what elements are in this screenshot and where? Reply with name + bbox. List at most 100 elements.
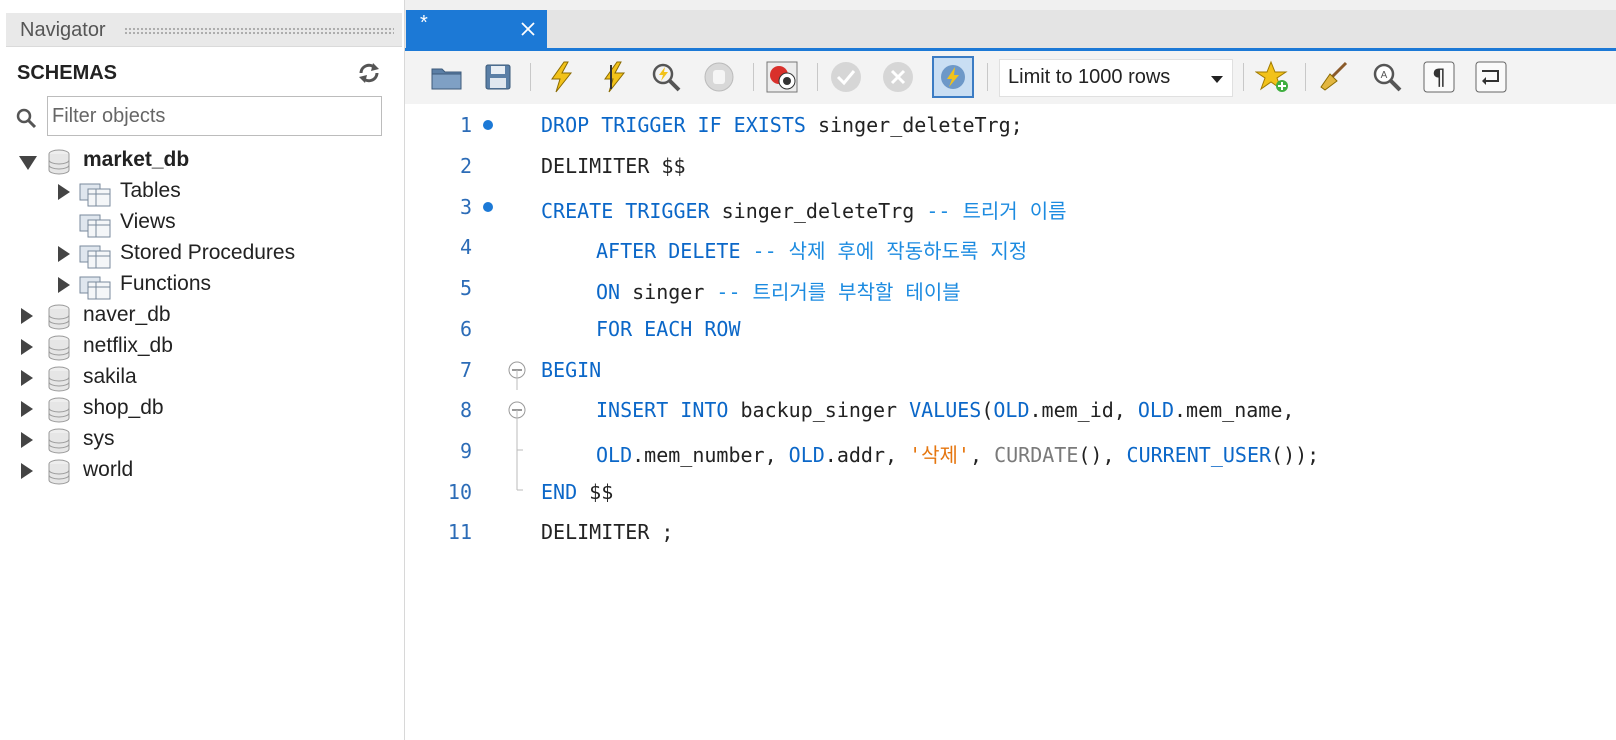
explain-icon[interactable] xyxy=(648,59,684,95)
database-icon xyxy=(48,459,70,485)
tree-item-functions[interactable]: Functions xyxy=(0,271,405,301)
code-text: AFTER DELETE -- 삭제 후에 작동하도록 지정 xyxy=(596,239,1028,263)
table-folder-icon xyxy=(79,183,111,207)
database-icon xyxy=(48,428,70,454)
tree-item-tables[interactable]: Tables xyxy=(0,178,405,208)
expand-arrow-icon[interactable] xyxy=(21,463,33,479)
beautify-broom-icon[interactable] xyxy=(1316,59,1352,95)
line-number: 1 xyxy=(459,113,472,137)
schema-label: sys xyxy=(83,427,115,450)
code-line[interactable]: 11 DELIMITER ; xyxy=(405,512,1616,552)
schema-item-netflix-db[interactable]: netflix_db xyxy=(0,333,405,363)
autocommit-toggle-icon[interactable] xyxy=(932,56,974,98)
code-line[interactable]: 4 AFTER DELETE -- 삭제 후에 작동하도록 지정 xyxy=(405,227,1616,267)
expand-arrow-icon[interactable] xyxy=(58,277,70,293)
word-wrap-icon[interactable] xyxy=(1473,59,1509,95)
line-number: 2 xyxy=(459,154,472,178)
schema-item-sakila[interactable]: sakila xyxy=(0,364,405,394)
find-replace-icon[interactable]: A xyxy=(1369,59,1405,95)
database-icon xyxy=(48,304,70,330)
schema-item-sys[interactable]: sys xyxy=(0,426,405,456)
schema-item-shop-db[interactable]: shop_db xyxy=(0,395,405,425)
navigator-panel: Navigator SCHEMAS market_db xyxy=(0,0,405,740)
view-folder-icon xyxy=(79,214,111,238)
schema-item-naver-db[interactable]: naver_db xyxy=(0,302,405,332)
schema-item-world[interactable]: world xyxy=(0,457,405,487)
code-line[interactable]: 1 DROP TRIGGER IF EXISTS singer_deleteTr… xyxy=(405,105,1616,145)
line-number: 6 xyxy=(459,317,472,341)
tab-label: * xyxy=(420,12,428,34)
code-text: DELIMITER ; xyxy=(541,520,674,544)
sql-editor[interactable]: 1 DROP TRIGGER IF EXISTS singer_deleteTr… xyxy=(405,104,1616,740)
add-snippet-star-icon[interactable] xyxy=(1255,59,1291,95)
execute-lightning-icon[interactable] xyxy=(544,59,580,95)
search-icon xyxy=(16,108,37,129)
database-icon xyxy=(48,335,70,361)
code-line[interactable]: 3 CREATE TRIGGER singer_deleteTrg -- 트리거… xyxy=(405,187,1616,227)
statement-marker-icon xyxy=(483,120,493,130)
filter-objects-input[interactable] xyxy=(47,96,382,136)
code-line[interactable]: 6 FOR EACH ROW xyxy=(405,309,1616,349)
code-line[interactable]: 10 END $$ xyxy=(405,472,1616,512)
function-folder-icon xyxy=(79,276,111,300)
panel-grip[interactable] xyxy=(124,27,394,35)
line-number: 11 xyxy=(447,520,472,544)
save-icon[interactable] xyxy=(480,59,516,95)
chevron-down-icon xyxy=(1211,76,1223,83)
rollback-icon[interactable] xyxy=(880,59,916,95)
svg-text:¶: ¶ xyxy=(1432,66,1446,91)
schema-item-market-db[interactable]: market_db xyxy=(0,147,405,177)
expand-arrow-icon[interactable] xyxy=(21,308,33,324)
expand-arrow-icon[interactable] xyxy=(21,370,33,386)
limit-rows-select[interactable]: Limit to 1000 rows xyxy=(999,59,1233,97)
navigator-title: Navigator xyxy=(20,19,106,41)
navigator-header: Navigator xyxy=(6,13,402,47)
sql-toolbar: Limit to 1000 rows A ¶ xyxy=(405,51,1616,104)
code-text: FOR EACH ROW xyxy=(596,317,741,341)
fold-guide xyxy=(516,370,523,491)
commit-icon[interactable] xyxy=(828,59,864,95)
line-number: 3 xyxy=(459,195,472,219)
line-number: 4 xyxy=(459,235,472,259)
query-tab[interactable]: * xyxy=(406,10,547,48)
svg-text:A: A xyxy=(1381,70,1388,81)
line-number: 10 xyxy=(447,480,472,504)
invisible-chars-icon[interactable]: ¶ xyxy=(1421,59,1457,95)
database-icon xyxy=(48,366,70,392)
tree-item-label: Functions xyxy=(120,272,212,295)
schema-label: market_db xyxy=(83,148,190,171)
expand-arrow-icon[interactable] xyxy=(21,339,33,355)
code-text: ON singer -- 트리거를 부착할 테이블 xyxy=(596,280,961,304)
code-text: OLD.mem_number, OLD.addr, '삭제', CURDATE(… xyxy=(596,443,1320,467)
code-line[interactable]: 9 OLD.mem_number, OLD.addr, '삭제', CURDAT… xyxy=(405,431,1616,471)
code-line[interactable]: 7 BEGIN xyxy=(405,350,1616,390)
open-folder-icon[interactable] xyxy=(429,59,465,95)
collapse-arrow-icon[interactable] xyxy=(19,156,37,170)
line-number: 8 xyxy=(459,398,472,422)
stop-hand-icon[interactable] xyxy=(701,59,737,95)
code-text: DROP TRIGGER IF EXISTS singer_deleteTrg; xyxy=(541,113,1023,137)
execute-statement-icon[interactable] xyxy=(597,59,633,95)
code-line[interactable]: 5 ON singer -- 트리거를 부착할 테이블 xyxy=(405,268,1616,308)
database-icon xyxy=(48,397,70,423)
close-icon[interactable] xyxy=(519,20,537,38)
expand-arrow-icon[interactable] xyxy=(58,246,70,262)
code-text: INSERT INTO backup_singer VALUES(OLD.mem… xyxy=(596,398,1295,422)
toggle-error-stop-icon[interactable] xyxy=(764,59,800,95)
code-line[interactable]: 2 DELIMITER $$ xyxy=(405,146,1616,186)
editor-tab-strip: * xyxy=(405,10,1616,51)
expand-arrow-icon[interactable] xyxy=(21,432,33,448)
expand-arrow-icon[interactable] xyxy=(21,401,33,417)
code-line[interactable]: 8 INSERT INTO backup_singer VALUES(OLD.m… xyxy=(405,390,1616,430)
tree-item-views[interactable]: Views xyxy=(0,209,405,239)
tree-item-label: Tables xyxy=(120,179,181,202)
refresh-icon[interactable] xyxy=(357,62,381,84)
database-icon xyxy=(48,149,70,175)
limit-rows-value: Limit to 1000 rows xyxy=(1008,66,1171,88)
schema-label: sakila xyxy=(83,365,137,388)
tree-item-stored-procedures[interactable]: Stored Procedures xyxy=(0,240,405,270)
expand-arrow-icon[interactable] xyxy=(58,184,70,200)
schemas-label: SCHEMAS xyxy=(17,62,118,84)
schema-label: world xyxy=(83,458,134,481)
tree-item-label: Stored Procedures xyxy=(120,241,296,264)
